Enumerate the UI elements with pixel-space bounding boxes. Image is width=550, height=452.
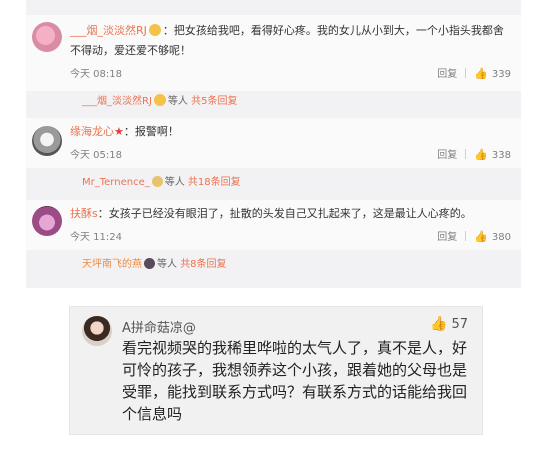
comment-time: 今天 08:18 (70, 69, 122, 80)
reply-button[interactable]: 回复 (437, 232, 457, 243)
reply-preview[interactable]: Mr_Ternence_ 等人 共18条回复 (70, 172, 513, 194)
reply-username[interactable]: Mr_Ternence_ (82, 177, 150, 188)
thumbs-up-icon[interactable]: 👍 (474, 148, 488, 161)
reply-label: 等人 (167, 96, 188, 107)
avatar[interactable] (82, 316, 112, 346)
reply-username[interactable]: 天坪南飞的燕 (82, 259, 142, 270)
comment-item: 缘海龙心★：报警啊！ 今天 05:18 回复 👍 338 (26, 118, 521, 168)
reply-preview[interactable]: ___烟_淡淡然RJ 等人 共5条回复 (70, 91, 513, 113)
comment-time: 今天 05:18 (70, 150, 122, 161)
comment-username[interactable]: ___烟_淡淡然RJ (70, 24, 147, 37)
comment-username[interactable]: A拼命菇凉@ (122, 317, 196, 336)
divider (465, 68, 467, 78)
like-count: 339 (491, 69, 511, 80)
like-count: 57 (451, 317, 468, 332)
emoji-icon (148, 24, 161, 36)
avatar[interactable] (32, 22, 62, 52)
comment-actions: 回复 👍 338 (437, 146, 511, 161)
reply-count-link[interactable]: 共5条回复 (191, 96, 237, 107)
avatar (151, 176, 163, 187)
reply-button[interactable]: 回复 (437, 69, 457, 80)
thumbs-up-icon[interactable]: 👍 (430, 316, 447, 332)
comment-actions: 回复 👍 339 (437, 65, 511, 80)
reply-count-link[interactable]: 共18条回复 (188, 177, 241, 188)
emoji-icon (153, 94, 166, 106)
comment-item: ___烟_淡淡然RJ ：把女孩给我吧，看得好心疼。我的女儿从小到大，一个小指头我都… (26, 15, 521, 91)
comment-time: 今天 11:24 (70, 232, 122, 243)
thumbs-up-icon[interactable]: 👍 (474, 67, 488, 80)
reply-count-link[interactable]: 共8条回复 (180, 259, 226, 270)
thumbs-up-icon[interactable]: 👍 (474, 230, 488, 243)
comment-text: 扶酥s：女孩子已经没有眼泪了，扯散的头发自己又扎起来了，这是最让人心疼的。 (70, 204, 513, 224)
comment-text: 缘海龙心★：报警啊！ (70, 122, 513, 142)
reply-username[interactable]: ___烟_淡淡然RJ (82, 96, 152, 107)
wechat-comment-card: A拼命菇凉@ 👍 57 看完视频哭的我稀里哗啦的太气人了，真不是人，好可怜的孩子，… (69, 306, 483, 435)
comment-text: 看完视频哭的我稀里哗啦的太气人了，真不是人，好可怜的孩子，我想领养这个小孩，跟着… (122, 339, 468, 423)
comment-username[interactable]: 缘海龙心 (70, 125, 114, 138)
star-icon: ★ (114, 125, 124, 138)
divider (465, 231, 467, 241)
reply-button[interactable]: 回复 (437, 150, 457, 161)
reply-preview[interactable]: 天坪南飞的燕 等人 共8条回复 (70, 254, 513, 276)
divider (465, 149, 467, 159)
comment-body: ：报警啊！ (123, 125, 179, 138)
comment-item: 扶酥s：女孩子已经没有眼泪了，扯散的头发自己又扎起来了，这是最让人心疼的。 今天… (26, 200, 521, 250)
like-count: 380 (491, 232, 511, 243)
like-button[interactable]: 👍 57 (430, 316, 468, 332)
reply-label: 等人 (157, 259, 177, 270)
reply-label: 等人 (164, 177, 185, 188)
weibo-comments-panel: ___烟_淡淡然RJ ：把女孩给我吧，看得好心疼。我的女儿从小到大，一个小指头我都… (26, 0, 521, 288)
avatar[interactable] (32, 206, 62, 236)
like-count: 338 (491, 150, 511, 161)
avatar (144, 258, 155, 269)
comment-text: ___烟_淡淡然RJ ：把女孩给我吧，看得好心疼。我的女儿从小到大，一个小指头我都… (70, 21, 513, 61)
comment-username[interactable]: 扶酥s (70, 207, 98, 220)
avatar[interactable] (32, 126, 62, 156)
comment-body: ：女孩子已经没有眼泪了，扯散的头发自己又扎起来了，这是最让人心疼的。 (97, 207, 472, 220)
comment-actions: 回复 👍 380 (437, 228, 511, 243)
